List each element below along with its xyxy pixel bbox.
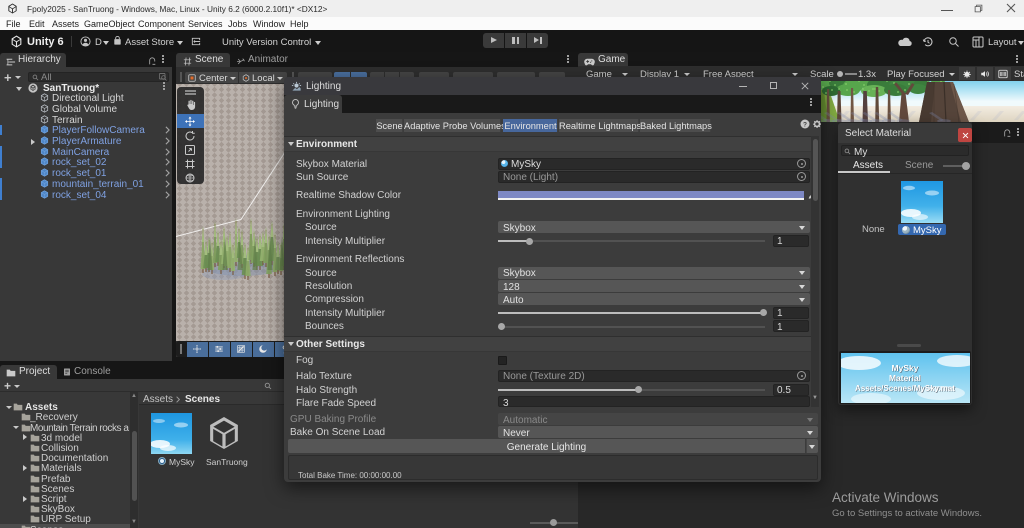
svg-text:Material: Material	[888, 373, 920, 383]
svg-text:?: ?	[803, 121, 807, 128]
svg-text:MySky: MySky	[891, 363, 918, 373]
svg-text:Assets/Scenes/MySky.mat: Assets/Scenes/MySky.mat	[855, 384, 955, 393]
